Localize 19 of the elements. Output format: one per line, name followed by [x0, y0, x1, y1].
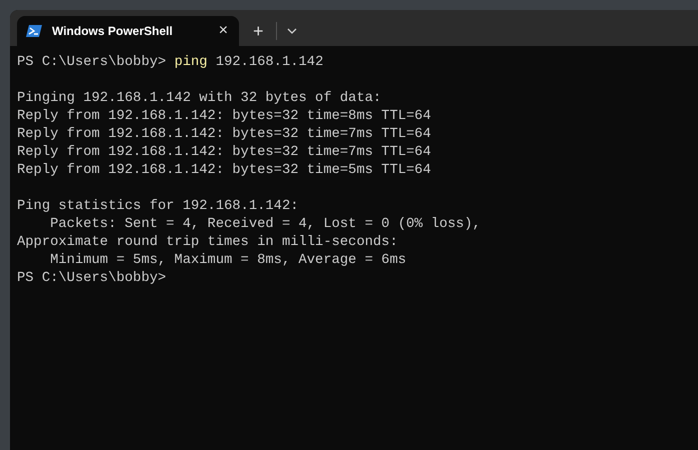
dropdown-chevron-icon[interactable] — [286, 28, 297, 34]
terminal-tab[interactable]: Windows PowerShell × — [17, 16, 239, 46]
output-line: Approximate round trip times in milli-seconds: — [17, 235, 398, 250]
command-text: ping — [174, 55, 208, 70]
command-argument: 192.168.1.142 — [214, 55, 324, 70]
prompt-text: PS C:\Users\bobby> — [17, 55, 168, 70]
close-button[interactable]: × — [216, 23, 230, 39]
output-line: Packets: Sent = 4, Received = 4, Lost = 0 (0% loss), — [49, 217, 481, 232]
powershell-icon — [26, 24, 42, 38]
output-line: Reply from 192.168.1.142: bytes=32 time=5ms TTL=64 — [17, 163, 431, 178]
new-tab-button[interactable]: + — [247, 22, 270, 40]
output-line: Ping statistics for 192.168.1.142: — [17, 199, 299, 214]
tab-title: Windows PowerShell — [52, 23, 174, 40]
output-line: Reply from 192.168.1.142: bytes=32 time=8ms TTL=64 — [17, 109, 431, 124]
output-line: PS C:\Users\bobby> — [17, 271, 166, 286]
output-line: Reply from 192.168.1.142: bytes=32 time=7ms TTL=64 — [17, 127, 431, 142]
output-line: Reply from 192.168.1.142: bytes=32 time=7ms TTL=64 — [17, 145, 431, 160]
output-line: Pinging 192.168.1.142 with 32 bytes of data: — [17, 91, 382, 106]
output-line: Minimum = 5ms, Maximum = 8ms, Average = 6ms — [49, 253, 406, 268]
